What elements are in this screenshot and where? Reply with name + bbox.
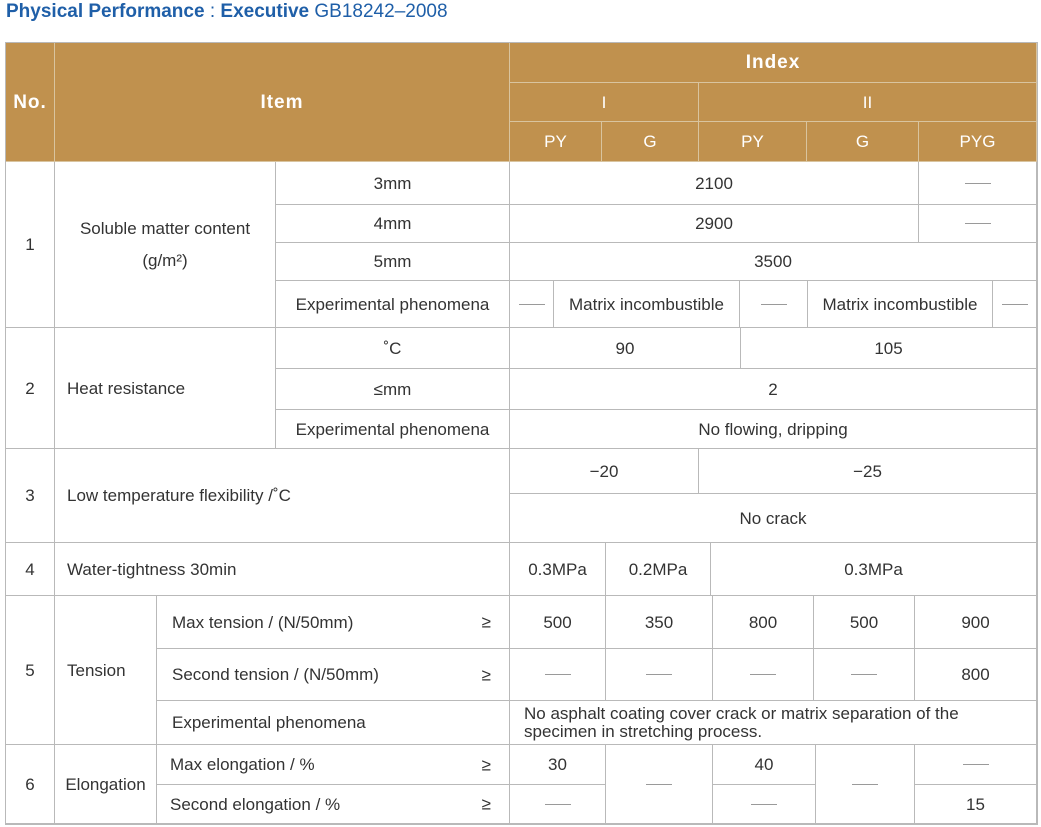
row5-max-g1: 350: [606, 596, 713, 649]
header-no: No.: [6, 43, 55, 162]
row2-no: 2: [6, 328, 55, 449]
row5-second-py1: [510, 649, 606, 701]
header-g-1: G: [602, 122, 699, 162]
row1-phen-g1: Matrix incombustible: [554, 281, 740, 328]
row2-val-c-2: 105: [741, 328, 1037, 369]
dash-mark: [851, 674, 877, 675]
row4-val-py1: 0.3MPa: [510, 543, 606, 596]
row6-second-pyg: 15: [915, 785, 1037, 824]
row5-sub-max-ge: ≥: [481, 612, 491, 632]
row6-sub-max-ge: ≥: [481, 755, 491, 774]
row1-phen-g2: Matrix incombustible: [808, 281, 993, 328]
row3-val-crack: No crack: [510, 494, 1037, 543]
header-grade-1: I: [510, 83, 699, 122]
dash-mark: [751, 803, 777, 805]
row6-second-py1: [510, 785, 606, 824]
row5-sub-second-ge: ≥: [481, 665, 491, 684]
row6-sub-second: Second elongation / % ≥: [157, 785, 510, 824]
dash-mark: [760, 303, 787, 305]
header-grade-2: II: [699, 83, 1037, 122]
row3-no: 3: [6, 449, 55, 543]
row1-phen-py2: [740, 281, 808, 328]
row5-item: Tension: [55, 596, 157, 745]
row5-sub-max-label: Max tension / (N/50mm): [172, 612, 354, 632]
row4-no: 4: [6, 543, 55, 596]
header-pyg: PYG: [919, 122, 1037, 162]
row1-val-4mm: 2900: [510, 205, 919, 243]
performance-table: No. Item Index I II PY G PY G PYG 1 Solu…: [0, 0, 1041, 827]
header-py-1: PY: [510, 122, 602, 162]
row5-val-phenomena: No asphalt coating cover crack or matrix…: [510, 701, 1037, 745]
row4-item: Water-tightness 30min: [55, 543, 510, 596]
row5-max-py1: 500: [510, 596, 606, 649]
row6-sub-second-ge: ≥: [481, 794, 491, 814]
dash-mark: [750, 674, 776, 675]
row1-item: Soluble matter content (g/m²): [55, 162, 276, 328]
row1-val-3mm: 2100: [510, 162, 919, 205]
header-item: Item: [55, 43, 510, 162]
row6-max-pyg: [915, 745, 1037, 785]
row5-sub-second-label: Second tension / (N/50mm): [172, 665, 379, 684]
row5-second-g1: [606, 649, 713, 701]
row3-val-2: −25: [699, 449, 1037, 494]
header-index: Index: [510, 43, 1037, 83]
dash-mark: [964, 182, 991, 184]
header-py-2: PY: [699, 122, 807, 162]
row3-val-1: −20: [510, 449, 699, 494]
row5-second-g2: [814, 649, 915, 701]
row5-max-py2: 800: [713, 596, 814, 649]
row1-sub-4mm: 4mm: [276, 205, 510, 243]
row2-val-c-1: 90: [510, 328, 741, 369]
row5-second-pyg: 800: [915, 649, 1037, 701]
row5-sub-second: Second tension / (N/50mm) ≥: [157, 649, 510, 701]
dash-mark: [544, 803, 571, 805]
row5-sub-phenomena: Experimental phenomena: [157, 701, 510, 745]
row2-sub-mm: ≤mm: [276, 369, 510, 410]
row6-sub-max: Max elongation / % ≥: [157, 745, 510, 785]
row1-phen-py1: [510, 281, 554, 328]
row1-item-unit: (g/m²): [142, 250, 188, 270]
row2-sub-c: ˚C: [276, 328, 510, 369]
row4-val-g1: 0.2MPa: [606, 543, 711, 596]
dash-mark: [852, 783, 878, 785]
row6-item: Elongation: [55, 745, 157, 824]
row5-second-py2: [713, 649, 814, 701]
row2-sub-phenomena: Experimental phenomena: [276, 410, 510, 449]
row1-no: 1: [6, 162, 55, 328]
dash-mark: [1001, 303, 1028, 305]
row3-item: Low temperature flexibility /˚C: [55, 449, 510, 543]
row6-no: 6: [6, 745, 55, 824]
row5-sub-max: Max tension / (N/50mm) ≥: [157, 596, 510, 649]
row1-pyg-3mm: [919, 162, 1037, 205]
row6-g2: [816, 745, 915, 824]
dash-mark: [544, 674, 571, 675]
header-g-2: G: [807, 122, 919, 162]
row6-sub-max-label: Max elongation / %: [170, 755, 315, 774]
row6-sub-second-label: Second elongation / %: [170, 794, 341, 814]
row5-no: 5: [6, 596, 55, 745]
row6-second-py2: [713, 785, 816, 824]
row2-val-mm: 2: [510, 369, 1037, 410]
dash-mark: [964, 223, 991, 224]
row1-pyg-4mm: [919, 205, 1037, 243]
row6-max-py1: 30: [510, 745, 606, 785]
dash-mark: [646, 783, 672, 785]
row1-val-5mm: 3500: [510, 243, 1037, 281]
row2-item: Heat resistance: [55, 328, 276, 449]
row5-max-g2: 500: [814, 596, 915, 649]
dash-mark: [646, 674, 672, 675]
row1-phen-pyg: [993, 281, 1037, 328]
row2-val-phenomena: No flowing, dripping: [510, 410, 1037, 449]
row1-item-label: Soluble matter content: [79, 218, 251, 238]
row6-max-py2: 40: [713, 745, 816, 785]
dash-mark: [962, 764, 989, 765]
row5-max-pyg: 900: [915, 596, 1037, 649]
dash-mark: [518, 303, 545, 305]
row4-val-rest: 0.3MPa: [711, 543, 1037, 596]
row1-sub-3mm: 3mm: [276, 162, 510, 205]
row6-g1: [606, 745, 713, 824]
row1-sub-phenomena: Experimental phenomena: [276, 281, 510, 328]
row1-sub-5mm: 5mm: [276, 243, 510, 281]
